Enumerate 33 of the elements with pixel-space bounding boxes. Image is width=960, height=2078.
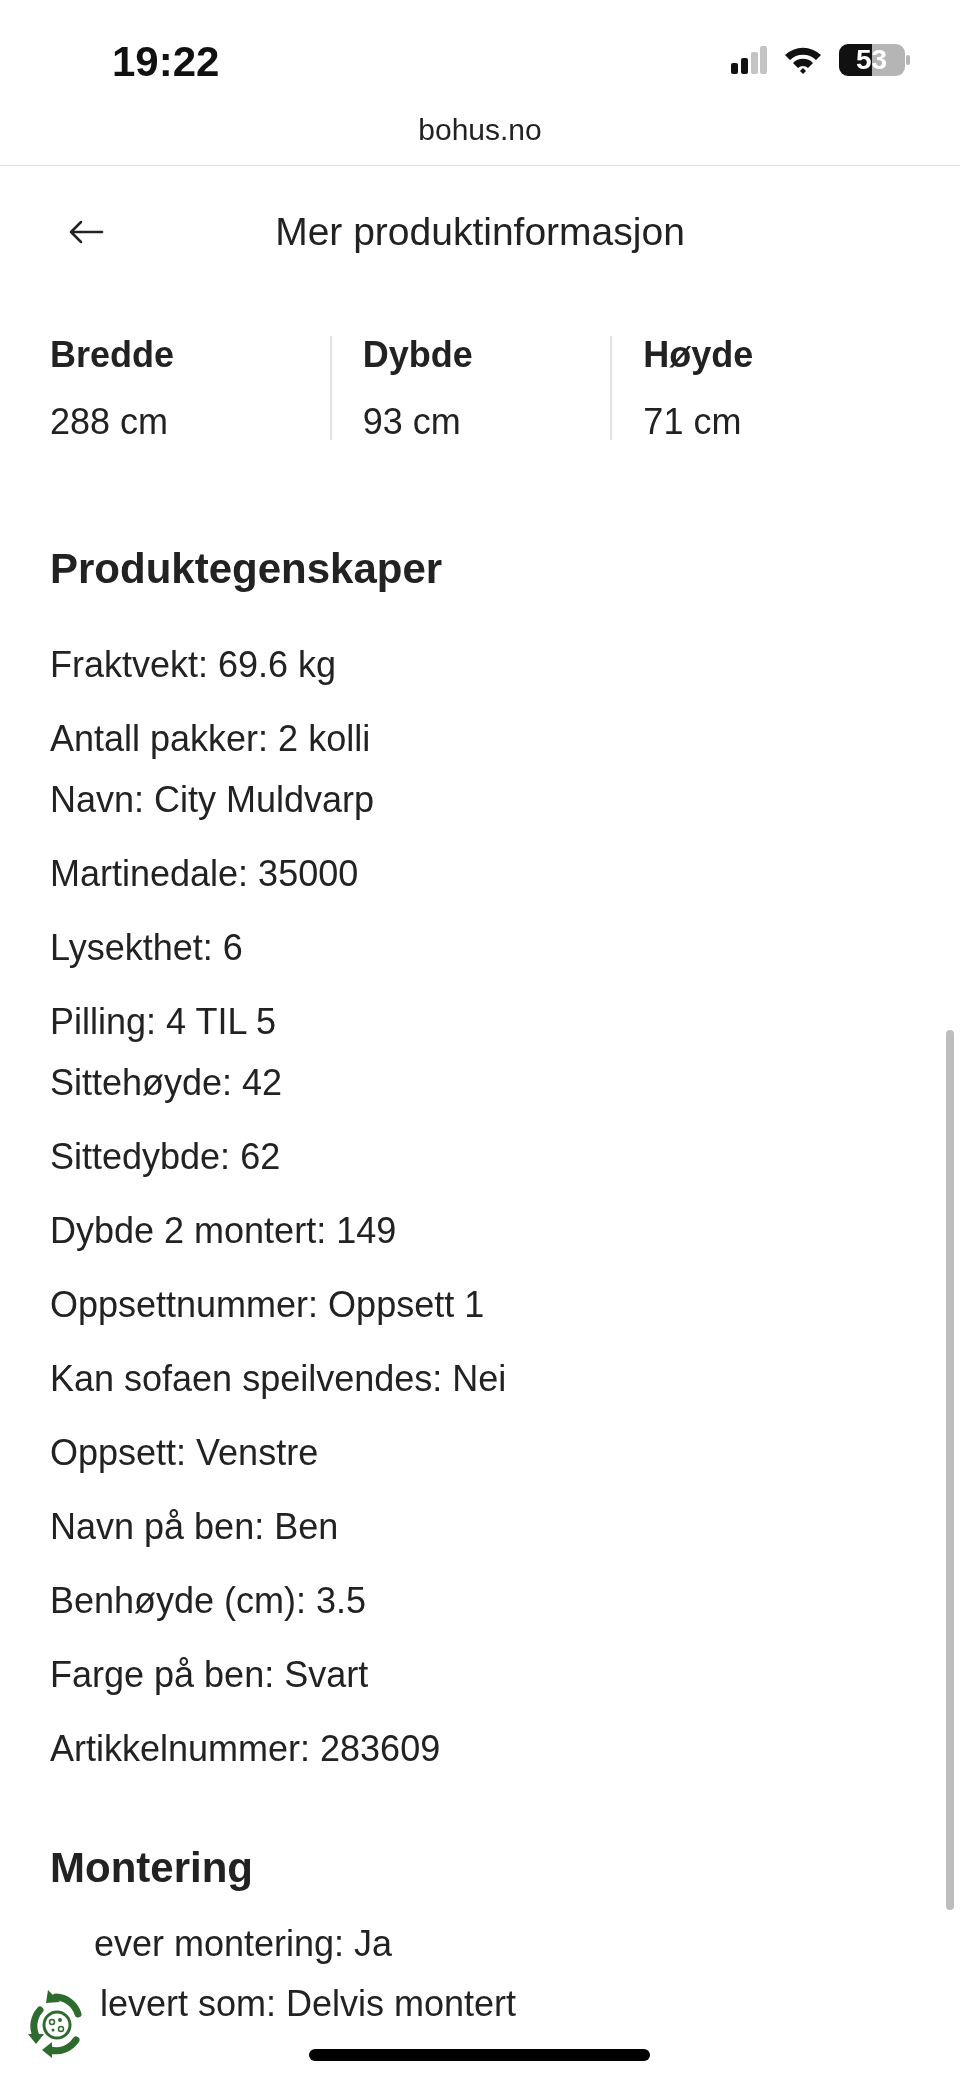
dimension-value: 288 cm — [50, 404, 170, 440]
property-text: Navn: City Muldvarp — [49, 778, 375, 822]
property-text: Artikkelnummer: 283609 — [49, 1727, 441, 1771]
property-text: Sittedybde: 62 — [49, 1135, 281, 1179]
assembly-text: levert som: Delvis montert — [100, 1982, 517, 2026]
property-text: Lysekthet: 6 — [49, 926, 243, 970]
property-text: Pilling: 4 TIL 5 — [49, 1000, 277, 1044]
signal-icon — [731, 46, 767, 74]
property-text: Antall pakker: 2 kolli — [49, 717, 371, 761]
dimension-value: 71 cm — [643, 404, 743, 440]
assembly-text: ever montering: Ja — [94, 1922, 393, 1966]
section-heading: Montering — [49, 1843, 253, 1893]
dimension-label: Høyde — [643, 336, 755, 374]
status-time: 19:22 — [112, 40, 220, 84]
scrollbar[interactable] — [946, 1030, 954, 1910]
property-text: Sittehøyde: 42 — [49, 1061, 283, 1105]
property-text: Oppsettnummer: Oppsett 1 — [49, 1283, 485, 1327]
property-text: Oppsett: Venstre — [49, 1431, 319, 1475]
property-text: Fraktvekt: 69.6 kg — [49, 643, 337, 687]
dimension-value: 93 cm — [362, 404, 462, 440]
wifi-icon — [783, 45, 823, 75]
dimension-label: Bredde — [50, 336, 176, 374]
page-title: Mer produktinformasjon — [275, 210, 685, 253]
property-text: Kan sofaen speilvendes: Nei — [49, 1357, 507, 1401]
url-text[interactable]: bohus.no — [418, 113, 542, 146]
property-text: Farge på ben: Svart — [49, 1653, 369, 1697]
section-heading: Produktegenskaper — [49, 544, 443, 594]
back-arrow-icon[interactable] — [68, 220, 104, 244]
property-text: Martinedale: 35000 — [49, 852, 359, 896]
property-text: Benhøyde (cm): 3.5 — [49, 1579, 367, 1623]
property-text: Dybde 2 montert: 149 — [49, 1209, 397, 1253]
dimension-label: Dybde — [362, 336, 474, 374]
property-text: Navn på ben: Ben — [49, 1505, 339, 1549]
